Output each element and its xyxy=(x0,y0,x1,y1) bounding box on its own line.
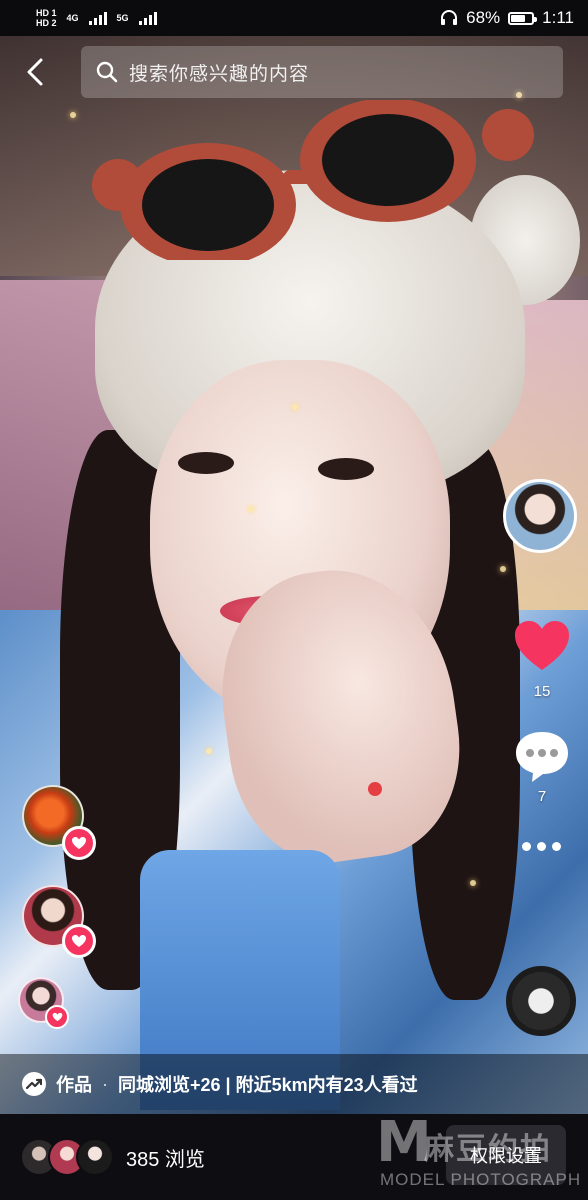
chevron-left-icon xyxy=(27,58,43,86)
video-screen[interactable]: HD 1 HD 2 4G 5G 68% 1:11 搜索你感兴趣的内容 15 7 … xyxy=(0,0,588,1200)
signal-icon-2 xyxy=(138,11,157,25)
heart-icon xyxy=(515,621,569,670)
status-bar: HD 1 HD 2 4G 5G 68% 1:11 xyxy=(0,0,588,36)
permission-settings-button[interactable]: 权限设置 xyxy=(446,1125,566,1185)
photo-eye-left xyxy=(178,452,234,474)
heart-icon xyxy=(52,1012,62,1022)
like-button[interactable] xyxy=(512,618,572,674)
photo-eye-right xyxy=(318,458,374,480)
more-dot-icon xyxy=(521,841,531,851)
music-disc[interactable] xyxy=(506,966,576,1036)
more-dot-icon xyxy=(551,841,561,851)
sim2-label: HD 2 xyxy=(36,17,57,28)
sim1-label: HD 1 xyxy=(36,7,57,18)
search-input[interactable]: 搜索你感兴趣的内容 xyxy=(81,46,563,98)
trending-icon xyxy=(22,1072,46,1096)
photo-sunglasses xyxy=(92,100,534,260)
view-count[interactable]: 385 浏览 xyxy=(126,1143,205,1172)
network-1-label: 4G xyxy=(66,13,79,23)
heart-badge xyxy=(62,826,96,860)
comment-button[interactable] xyxy=(512,728,572,784)
heart-badge xyxy=(62,924,96,958)
search-placeholder: 搜索你感兴趣的内容 xyxy=(129,63,310,85)
local-views-text: 同城浏览+26 | 附近5km内有23人看过 xyxy=(118,1075,418,1095)
more-dot-icon xyxy=(536,841,546,851)
clock: 1:11 xyxy=(542,8,574,27)
author-avatar[interactable] xyxy=(503,479,577,553)
heart-icon xyxy=(72,837,86,849)
heart-badge xyxy=(45,1005,69,1029)
back-button[interactable] xyxy=(0,36,70,108)
works-label: 作品 xyxy=(56,1075,92,1095)
viewer-avatars[interactable] xyxy=(20,1138,114,1176)
separator-dot: · xyxy=(102,1073,108,1094)
signal-icon xyxy=(88,11,107,25)
more-button[interactable] xyxy=(516,836,566,856)
viewer-avatar xyxy=(76,1138,114,1176)
works-info-bar[interactable]: 作品 · 同城浏览+26 | 附近5km内有23人看过 xyxy=(0,1054,588,1114)
comment-count: 7 xyxy=(537,788,547,805)
battery-icon xyxy=(508,11,538,25)
like-count: 15 xyxy=(533,683,551,700)
network-2-label: 5G xyxy=(116,13,129,23)
search-icon xyxy=(96,61,118,83)
battery-percent: 68% xyxy=(466,8,501,27)
heart-icon xyxy=(72,935,86,947)
headphones-icon xyxy=(441,10,458,25)
